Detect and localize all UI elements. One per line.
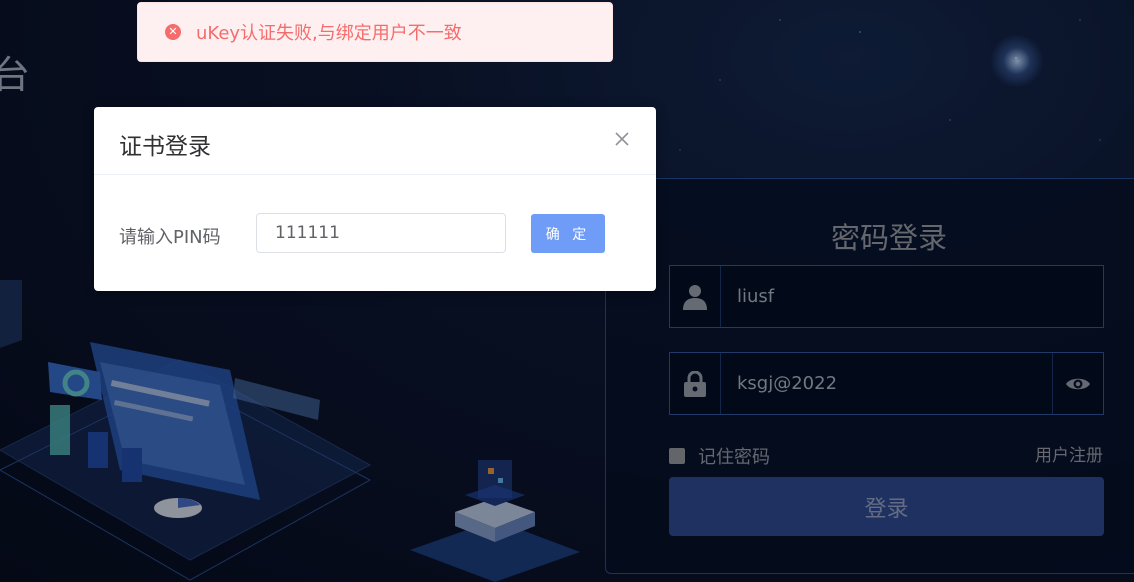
pin-label: 请输入PIN码: [119, 227, 221, 248]
error-circle-icon: ✕: [165, 24, 181, 40]
close-icon[interactable]: [612, 129, 632, 149]
login-page: 台 密码登录 liusf ksgj@2022 记住密码 用户注册 登录 证书登录…: [0, 0, 1134, 582]
dialog-title: 证书登录: [119, 134, 211, 160]
certificate-login-dialog: 证书登录 请输入PIN码 确 定: [94, 107, 656, 291]
pin-input[interactable]: [256, 213, 506, 253]
modal-overlay: [0, 0, 1134, 582]
error-toast: ✕ uKey认证失败,与绑定用户不一致: [137, 2, 613, 62]
confirm-button[interactable]: 确 定: [531, 214, 605, 253]
dialog-header: 证书登录: [94, 107, 656, 175]
toast-message: uKey认证失败,与绑定用户不一致: [196, 23, 462, 44]
